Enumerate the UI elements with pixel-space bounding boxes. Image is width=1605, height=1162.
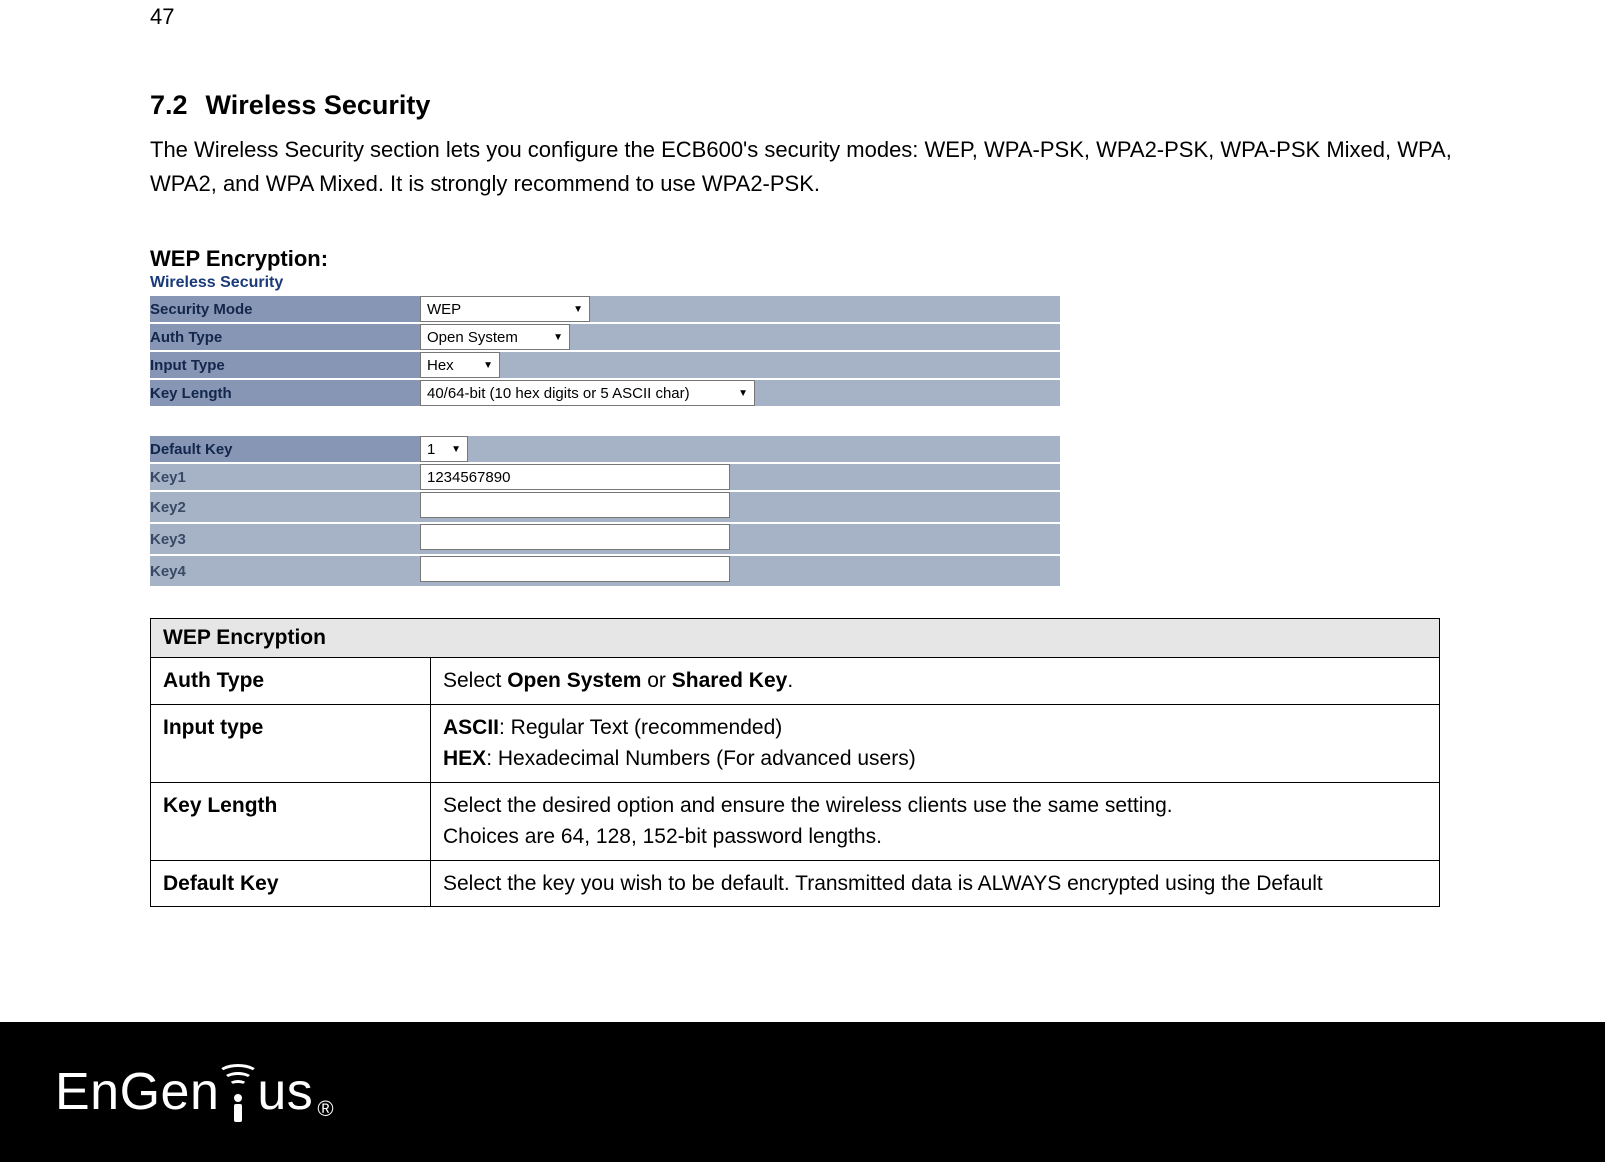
desc-row-value: ASCII: Regular Text (recommended)HEX: He…: [431, 704, 1440, 782]
config-row: Key4: [150, 555, 1060, 587]
config-label: Default Key: [150, 436, 420, 463]
input-key1[interactable]: 1234567890: [420, 464, 730, 490]
select-value: Open System: [427, 329, 518, 346]
config-value-cell: WEP ▼: [420, 296, 1060, 323]
input-key2[interactable]: [420, 492, 730, 518]
config-value-cell: [420, 555, 1060, 587]
select-auth-type[interactable]: Open System ▼: [420, 324, 570, 350]
config-panel-keys: Default Key1▼Key11234567890Key2Key3Key4: [150, 436, 1060, 588]
input-key4[interactable]: [420, 556, 730, 582]
select-key-length[interactable]: 40/64-bit (10 hex digits or 5 ASCII char…: [420, 380, 755, 406]
section-heading: 7.2 Wireless Security: [150, 90, 1455, 121]
config-label: Key4: [150, 555, 420, 587]
config-panel: Security ModeWEP▼Auth TypeOpen System▼In…: [150, 296, 1060, 408]
panel-title: Wireless Security: [150, 274, 1455, 292]
section-title: Wireless Security: [206, 90, 431, 120]
config-value-cell: Hex ▼: [420, 351, 1060, 379]
chevron-down-icon: ▼: [483, 360, 493, 371]
desc-row-value: Select the key you wish to be default. T…: [431, 860, 1440, 907]
footer-bar: EnGen us ®: [0, 1022, 1605, 1162]
select-value: WEP: [427, 301, 461, 318]
intro-paragraph: The Wireless Security section lets you c…: [150, 133, 1455, 201]
desc-row-label: Auth Type: [151, 658, 431, 705]
select-value: 40/64-bit (10 hex digits or 5 ASCII char…: [427, 385, 690, 402]
wifi-icon: [219, 1094, 257, 1122]
chevron-down-icon: ▼: [738, 388, 748, 399]
config-label: Key1: [150, 463, 420, 491]
config-value-cell: 40/64-bit (10 hex digits or 5 ASCII char…: [420, 379, 1060, 407]
page: 47 7.2 Wireless Security The Wireless Sec…: [0, 4, 1605, 1162]
select-security-mode[interactable]: WEP ▼: [420, 296, 590, 322]
desc-row: Key LengthSelect the desired option and …: [151, 782, 1440, 860]
config-row: Security Mode WEP ▼: [150, 296, 1060, 323]
brand-logo: EnGen us ®: [55, 1062, 334, 1122]
desc-row-label: Default Key: [151, 860, 431, 907]
select-input-type[interactable]: Hex ▼: [420, 352, 500, 378]
select-value: 1: [427, 441, 435, 458]
config-label: Input Type: [150, 351, 420, 379]
config-label: Security Mode: [150, 296, 420, 323]
desc-table-header: WEP Encryption: [151, 619, 1440, 658]
config-label: Key Length: [150, 379, 420, 407]
registered-mark: ®: [317, 1096, 334, 1122]
page-number: 47: [150, 4, 1455, 30]
config-label: Key3: [150, 523, 420, 555]
section-number: 7.2: [150, 90, 188, 120]
config-row: Key Length 40/64-bit (10 hex digits or 5 …: [150, 379, 1060, 407]
desc-row: Default KeySelect the key you wish to be…: [151, 860, 1440, 907]
desc-row: Input typeASCII: Regular Text (recommend…: [151, 704, 1440, 782]
config-value-cell: [420, 491, 1060, 523]
description-table: WEP Encryption Auth TypeSelect Open Syst…: [150, 618, 1440, 907]
config-row: Key2: [150, 491, 1060, 523]
input-key3[interactable]: [420, 524, 730, 550]
config-row: Key3: [150, 523, 1060, 555]
config-label: Key2: [150, 491, 420, 523]
config-label: Auth Type: [150, 323, 420, 351]
select-default-key[interactable]: 1▼: [420, 436, 468, 462]
desc-row-label: Key Length: [151, 782, 431, 860]
desc-row-label: Input type: [151, 704, 431, 782]
select-value: Hex: [427, 357, 454, 374]
wep-subheading: WEP Encryption:: [150, 246, 1455, 272]
content-area: 47 7.2 Wireless Security The Wireless Sec…: [0, 4, 1605, 907]
config-value-cell: 1234567890: [420, 463, 1060, 491]
desc-row-value: Select Open System or Shared Key.: [431, 658, 1440, 705]
chevron-down-icon: ▼: [451, 444, 461, 455]
config-row: Auth Type Open System ▼: [150, 323, 1060, 351]
brand-text-left: EnGen: [55, 1062, 219, 1122]
chevron-down-icon: ▼: [573, 304, 583, 315]
config-row: Default Key1▼: [150, 436, 1060, 463]
desc-row: Auth TypeSelect Open System or Shared Ke…: [151, 658, 1440, 705]
config-row: Input Type Hex ▼: [150, 351, 1060, 379]
config-row: Key11234567890: [150, 463, 1060, 491]
config-value-cell: Open System ▼: [420, 323, 1060, 351]
config-gap: [150, 408, 1455, 436]
config-value-cell: 1▼: [420, 436, 1060, 463]
chevron-down-icon: ▼: [553, 332, 563, 343]
config-value-cell: [420, 523, 1060, 555]
desc-row-value: Select the desired option and ensure the…: [431, 782, 1440, 860]
brand-text-right: us: [257, 1062, 313, 1122]
